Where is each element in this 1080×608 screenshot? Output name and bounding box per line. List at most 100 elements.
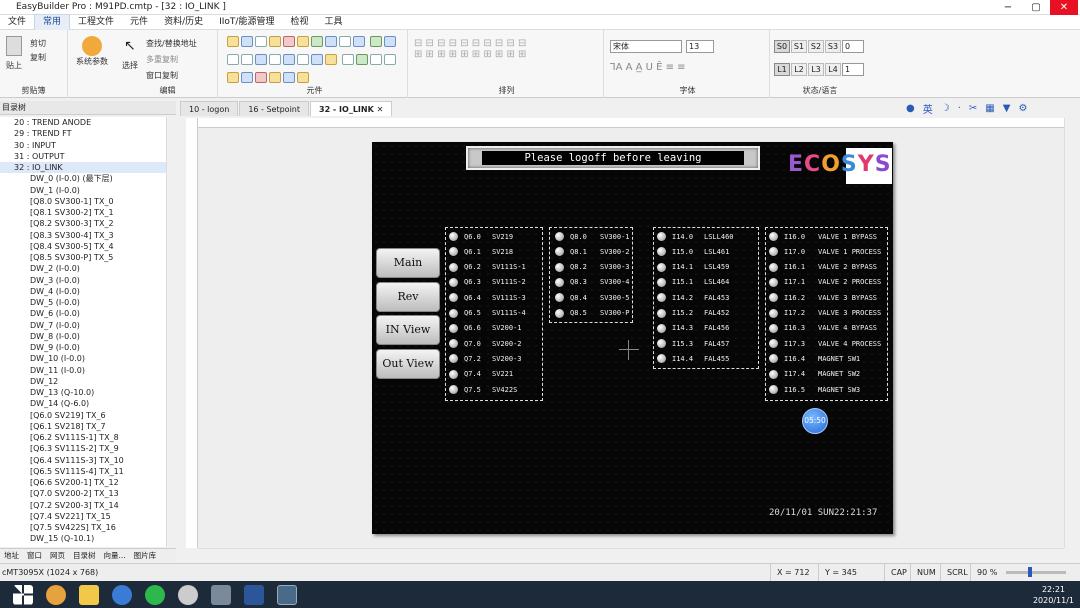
windows-start-icon[interactable] xyxy=(13,584,33,605)
ime-lang-icon[interactable]: 英 xyxy=(923,101,933,116)
tree-item[interactable]: [Q6.1 SV218] TX_7 xyxy=(0,421,175,432)
cut-button[interactable]: 剪切 xyxy=(30,38,46,49)
zoom-level[interactable]: 90 % xyxy=(970,564,1003,581)
close-tab-icon[interactable]: ✕ xyxy=(377,105,384,114)
out-view-button[interactable]: Out View xyxy=(376,349,440,379)
tree-item[interactable]: 30 : INPUT xyxy=(0,140,175,151)
tree-item[interactable]: DW_3 (I-0.0) xyxy=(0,275,175,286)
tree-item[interactable]: DW_10 (I-0.0) xyxy=(0,353,175,364)
file-explorer-icon[interactable] xyxy=(79,584,99,605)
tree-item[interactable]: DW_15 (Q-10.1) xyxy=(0,533,175,544)
state-s0-button[interactable]: S0 xyxy=(774,40,790,53)
close-button[interactable]: ✕ xyxy=(1050,0,1078,15)
tree-item[interactable]: DW_5 (I-0.0) xyxy=(0,297,175,308)
left-panel-tab[interactable]: 网页 xyxy=(46,549,69,562)
ime-punct-icon[interactable]: · xyxy=(958,103,961,114)
tray-clock[interactable]: 22:21 2020/11/1 xyxy=(1033,584,1074,606)
state-s1-button[interactable]: S1 xyxy=(791,40,807,53)
chrome-icon[interactable] xyxy=(46,584,66,605)
state-s2-button[interactable]: S2 xyxy=(808,40,824,53)
minimize-button[interactable]: − xyxy=(994,0,1022,15)
tree-item[interactable]: [Q7.0 SV200-2] TX_13 xyxy=(0,488,175,499)
tree-item[interactable]: [Q6.2 SV111S-1] TX_8 xyxy=(0,432,175,443)
object-icons[interactable] xyxy=(226,34,404,88)
tree-item[interactable]: [Q6.4 SV111S-3] TX_10 xyxy=(0,455,175,466)
font-size-select[interactable]: 13 xyxy=(686,40,714,53)
left-panel-tab[interactable]: 地址 xyxy=(0,549,23,562)
paste-icon[interactable] xyxy=(6,36,22,56)
app-icon[interactable] xyxy=(178,584,198,605)
tree-item[interactable]: DW_13 (Q-10.0) xyxy=(0,387,175,398)
left-panel-tab[interactable]: 向量... xyxy=(100,549,130,562)
lang-l1-button[interactable]: L1 xyxy=(774,63,790,76)
arrange-icons[interactable]: ⊟ ⊟ ⊟ ⊟ ⊟ ⊟ ⊟ ⊟ ⊟ ⊟ ⊞ ⊞ ⊞ ⊞ ⊞ ⊞ ⊞ ⊞ ⊞ ⊞ xyxy=(414,38,600,60)
tree-item[interactable]: [Q6.3 SV111S-2] TX_9 xyxy=(0,443,175,454)
tree-item[interactable]: DW_2 (I-0.0) xyxy=(0,263,175,274)
window-copy-button[interactable]: 窗口复制 xyxy=(146,70,178,81)
state-s3-button[interactable]: S3 xyxy=(825,40,841,53)
tree-item[interactable]: [Q7.2 SV200-3] TX_14 xyxy=(0,500,175,511)
easybuilder-taskbar-icon[interactable] xyxy=(277,584,297,605)
tree-item[interactable]: [Q8.2 SV300-3] TX_2 xyxy=(0,218,175,229)
font-name-select[interactable]: 宋体 xyxy=(610,40,682,53)
menu-item-3[interactable]: 元件 xyxy=(122,15,156,30)
tree-item[interactable]: DW_8 (I-0.0) xyxy=(0,331,175,342)
tree-item[interactable]: 20 : TREND ANODE xyxy=(0,117,175,128)
multi-copy-button[interactable]: 多重复制 xyxy=(146,54,178,65)
tree-item[interactable]: [Q7.4 SV221] TX_15 xyxy=(0,511,175,522)
tree-item[interactable]: DW_6 (I-0.0) xyxy=(0,308,175,319)
tree-item[interactable]: 29 : TREND FT xyxy=(0,128,175,139)
lang-l4-button[interactable]: L4 xyxy=(825,63,841,76)
ime-shirt-icon[interactable]: ▼ xyxy=(1003,103,1011,114)
menu-item-5[interactable]: IIoT/能源管理 xyxy=(211,15,282,30)
tree-item[interactable]: 32 : IO_LINK xyxy=(0,162,175,174)
lang-l3-button[interactable]: L3 xyxy=(808,63,824,76)
find-replace-button[interactable]: 查找/替换地址 xyxy=(146,38,197,49)
tab-io-link[interactable]: 32 - IO_LINK ✕ xyxy=(310,101,393,116)
word-icon[interactable] xyxy=(244,584,264,605)
maximize-button[interactable]: ▢ xyxy=(1022,0,1050,15)
hmi-screen[interactable]: Please logoff before leaving ECOSYS Main… xyxy=(372,142,893,534)
tree-item[interactable]: DW_9 (I-0.0) xyxy=(0,342,175,353)
tree-item[interactable]: [Q6.5 SV111S-4] TX_11 xyxy=(0,466,175,477)
wechat-icon[interactable] xyxy=(145,584,165,605)
select-icon[interactable]: ↖ xyxy=(124,38,136,54)
tree-item[interactable]: [Q7.5 SV422S] TX_16 xyxy=(0,522,175,533)
tree-item[interactable]: [Q8.3 SV300-4] TX_3 xyxy=(0,230,175,241)
left-panel-tab[interactable]: 图片库 xyxy=(130,549,161,562)
lang-l2-button[interactable]: L2 xyxy=(791,63,807,76)
tree-item[interactable]: DW_7 (I-0.0) xyxy=(0,320,175,331)
menu-item-4[interactable]: 资料/历史 xyxy=(156,15,211,30)
tree-item[interactable]: [Q6.0 SV219] TX_6 xyxy=(0,410,175,421)
in-view-button[interactable]: IN View xyxy=(376,315,440,345)
left-panel-tab[interactable]: 目录树 xyxy=(69,549,100,562)
menu-item-6[interactable]: 检视 xyxy=(282,15,316,30)
tree-item[interactable]: DW_12 xyxy=(0,376,175,387)
system-params-button[interactable]: 系统参数 xyxy=(72,36,112,67)
tree-item[interactable]: [Q8.4 SV300-5] TX_4 xyxy=(0,241,175,252)
copy-button[interactable]: 复制 xyxy=(30,52,46,63)
ime-moon-icon[interactable]: ☽ xyxy=(941,103,950,114)
ime-scissor-icon[interactable]: ✂ xyxy=(969,103,977,114)
ime-settings-icon[interactable]: ⚙ xyxy=(1018,103,1027,114)
ime-keyboard-icon[interactable]: ▦ xyxy=(985,103,994,114)
vertical-scrollbar[interactable] xyxy=(1064,118,1078,548)
zoom-slider[interactable] xyxy=(1006,567,1066,577)
tree-item[interactable]: DW_11 (I-0.0) xyxy=(0,365,175,376)
tree-item[interactable]: DW_14 (Q-6.0) xyxy=(0,398,175,409)
tree-item[interactable]: DW_4 (I-0.0) xyxy=(0,286,175,297)
lang-value-input[interactable]: 1 xyxy=(842,63,864,76)
tia-portal-icon[interactable] xyxy=(211,584,231,605)
main-button[interactable]: Main xyxy=(376,248,440,278)
menu-item-1[interactable]: 常用 xyxy=(34,13,71,31)
tab-logon[interactable]: 10 - logon xyxy=(180,101,239,116)
rev-button[interactable]: Rev xyxy=(376,282,440,312)
tree-item[interactable]: 31 : OUTPUT xyxy=(0,151,175,162)
tree-item[interactable]: [Q8.0 SV300-1] TX_0 xyxy=(0,196,175,207)
menu-item-0[interactable]: 文件 xyxy=(0,15,34,30)
left-panel-tab[interactable]: 窗口 xyxy=(23,549,46,562)
menu-item-7[interactable]: 工具 xyxy=(316,15,350,30)
menu-item-2[interactable]: 工程文件 xyxy=(70,15,122,30)
round-timer-button[interactable]: 05:50 xyxy=(802,408,828,434)
tree-item[interactable]: [Q6.6 SV200-1] TX_12 xyxy=(0,477,175,488)
